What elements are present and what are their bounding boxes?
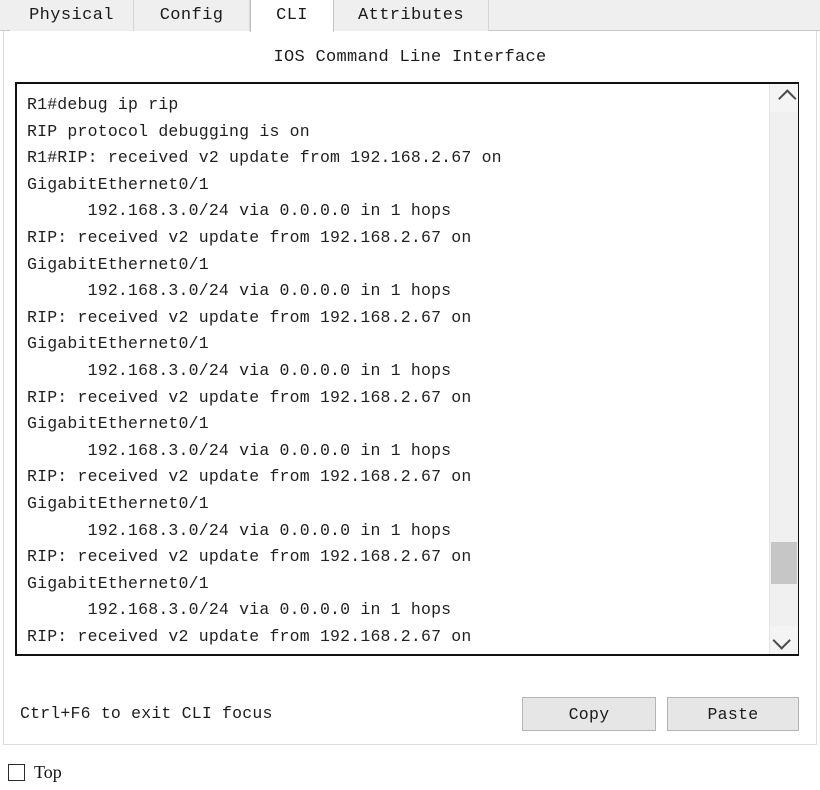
- console-scrollbar[interactable]: [769, 84, 798, 654]
- copy-button[interactable]: Copy: [522, 697, 656, 731]
- console-output[interactable]: R1#debug ip rip RIP protocol debugging i…: [17, 84, 767, 654]
- top-checkbox[interactable]: [8, 764, 25, 781]
- chevron-up-icon: [777, 88, 797, 108]
- scrollbar-track[interactable]: [770, 112, 798, 626]
- paste-button[interactable]: Paste: [667, 697, 799, 731]
- cli-panel: IOS Command Line Interface R1#debug ip r…: [3, 31, 817, 745]
- tab-cli[interactable]: CLI: [250, 0, 334, 32]
- cli-focus-hint: Ctrl+F6 to exit CLI focus: [20, 704, 273, 723]
- tab-strip: Physical Config CLI Attributes: [0, 0, 820, 32]
- scrollbar-thumb[interactable]: [771, 542, 797, 584]
- page-title: IOS Command Line Interface: [273, 48, 547, 67]
- chevron-down-icon: [771, 630, 791, 650]
- scroll-up-button[interactable]: [770, 84, 798, 112]
- tab-physical[interactable]: Physical: [10, 0, 134, 31]
- tab-config[interactable]: Config: [134, 0, 250, 31]
- top-checkbox-label: Top: [34, 762, 62, 782]
- bottom-bar: Top: [0, 755, 820, 790]
- cli-console[interactable]: R1#debug ip rip RIP protocol debugging i…: [15, 82, 799, 656]
- scroll-down-button[interactable]: [770, 626, 798, 654]
- tab-attributes[interactable]: Attributes: [334, 0, 489, 31]
